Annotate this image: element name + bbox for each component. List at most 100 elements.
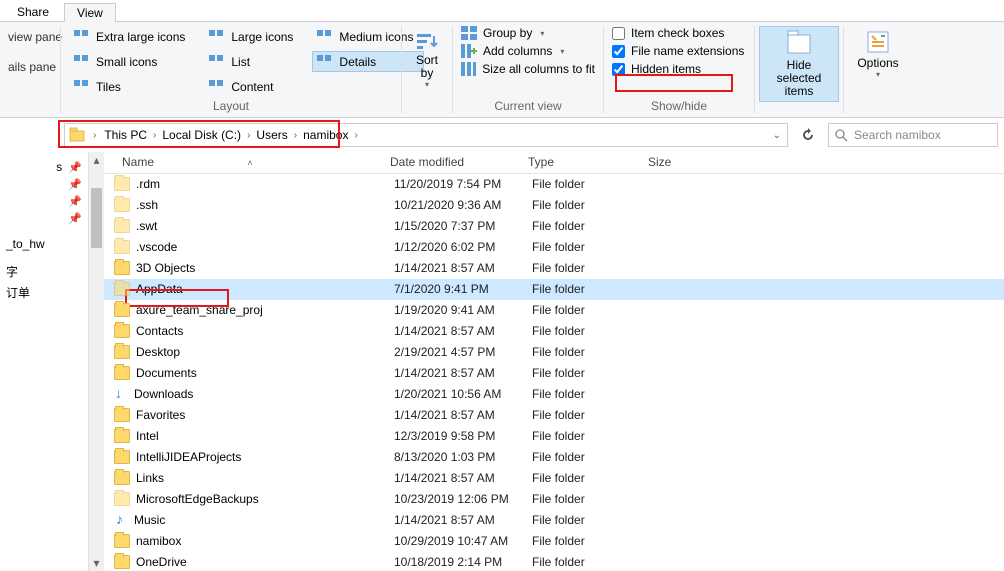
chevron-right-icon[interactable]: › [151, 130, 158, 141]
folder-icon [114, 492, 130, 506]
table-row[interactable]: .ssh10/21/2020 9:36 AMFile folder [104, 195, 1004, 216]
layout-tiles[interactable]: Tiles [69, 76, 196, 97]
music-icon [114, 513, 128, 527]
column-name[interactable]: Name ˄ [114, 155, 382, 169]
options-button[interactable]: Options ▾ [848, 26, 908, 81]
folder-icon [114, 261, 130, 275]
file-name: Links [136, 471, 164, 485]
hide-selected-icon [784, 29, 814, 57]
table-row[interactable]: namibox10/29/2019 10:47 AMFile folder [104, 531, 1004, 552]
layout-label: Layout [69, 97, 393, 115]
layout-icon [209, 55, 225, 69]
layout-large-icons[interactable]: Large icons [204, 26, 304, 47]
table-row[interactable]: AppData7/1/2020 9:41 PMFile folder [104, 279, 1004, 300]
table-row[interactable]: Intel12/3/2019 9:58 PMFile folder [104, 426, 1004, 447]
layout-extra-large-icons[interactable]: Extra large icons [69, 26, 196, 47]
file-name-extensions-checkbox[interactable]: File name extensions [612, 44, 746, 58]
quick-access-item[interactable]: 字 [2, 261, 86, 282]
table-row[interactable]: Music1/14/2021 8:57 AMFile folder [104, 510, 1004, 531]
address-row: › This PC › Local Disk (C:) › Users › namibox ›… [0, 118, 1004, 152]
table-row[interactable]: Documents1/14/2021 8:57 AMFile folder [104, 363, 1004, 384]
table-row[interactable]: Contacts1/14/2021 8:57 AMFile folder [104, 321, 1004, 342]
quick-access-item[interactable]: 📌 [2, 176, 86, 193]
file-type: File folder [532, 345, 652, 359]
chevron-right-icon[interactable]: › [245, 130, 252, 141]
options-icon [863, 28, 893, 56]
table-row[interactable]: Links1/14/2021 8:57 AMFile folder [104, 468, 1004, 489]
column-size[interactable]: Size [640, 155, 720, 169]
details-pane-button[interactable]: ails pane [8, 60, 52, 74]
chevron-right-icon[interactable]: › [352, 130, 359, 141]
file-type: File folder [532, 429, 652, 443]
scroll-up-icon[interactable]: ▴ [89, 152, 104, 168]
layout-group: Extra large iconsLarge iconsMedium icons… [61, 22, 401, 117]
breadcrumb-item[interactable]: Local Disk (C:) [162, 128, 241, 142]
address-bar[interactable]: › This PC › Local Disk (C:) › Users › namibox ›… [64, 123, 788, 147]
hide-selected-button[interactable]: Hide selecteditems [759, 26, 839, 102]
file-date: 10/23/2019 12:06 PM [394, 492, 532, 506]
folder-icon [114, 534, 130, 548]
layout-content[interactable]: Content [204, 76, 304, 97]
file-type: File folder [532, 387, 652, 401]
quick-access-item[interactable]: 订单 [2, 282, 86, 303]
sort-by-button[interactable]: Sort by ▾ [415, 26, 439, 89]
quick-access-item[interactable]: 📌 [2, 210, 86, 227]
file-name: Favorites [136, 408, 185, 422]
table-row[interactable]: axure_team_share_proj1/19/2020 9:41 AMFi… [104, 300, 1004, 321]
table-row[interactable]: .vscode1/12/2020 6:02 PMFile folder [104, 237, 1004, 258]
layout-list[interactable]: List [204, 51, 304, 72]
preview-pane-button[interactable]: view pane [8, 30, 52, 44]
breadcrumb: This PC › Local Disk (C:) › Users › namibox › [104, 128, 359, 142]
chevron-right-icon[interactable]: › [292, 130, 299, 141]
item-check-boxes-checkbox[interactable]: Item check boxes [612, 26, 746, 40]
file-name: Documents [136, 366, 197, 380]
layout-small-icons[interactable]: Small icons [69, 51, 196, 72]
scroll-down-icon[interactable]: ▾ [89, 555, 104, 571]
layout-icon [74, 80, 90, 94]
nav-scrollbar[interactable]: ▴ ▾ [88, 152, 104, 571]
add-columns-button[interactable]: Add columns▾ [461, 44, 595, 58]
table-row[interactable]: MicrosoftEdgeBackups10/23/2019 12:06 PMF… [104, 489, 1004, 510]
table-row[interactable]: .rdm11/20/2019 7:54 PMFile folder [104, 174, 1004, 195]
table-row[interactable]: OneDrive10/18/2019 2:14 PMFile folder [104, 552, 1004, 571]
pin-icon: 📌 [68, 161, 82, 174]
column-date[interactable]: Date modified [382, 155, 520, 169]
file-name: axure_team_share_proj [136, 303, 263, 317]
quick-access-item[interactable]: _to_hw [2, 235, 86, 253]
file-date: 1/14/2021 8:57 AM [394, 324, 532, 338]
folder-icon [114, 240, 130, 254]
options-group: Options ▾ [844, 22, 912, 117]
folder-icon [114, 345, 130, 359]
refresh-button[interactable] [796, 123, 820, 147]
table-row[interactable]: Favorites1/14/2021 8:57 AMFile folder [104, 405, 1004, 426]
quick-access-item[interactable]: 📌 [2, 193, 86, 210]
sort-icon [415, 32, 439, 52]
table-row[interactable]: 3D Objects1/14/2021 8:57 AMFile folder [104, 258, 1004, 279]
group-by-button[interactable]: Group by▾ [461, 26, 595, 40]
file-name: .vscode [136, 240, 177, 254]
chevron-right-icon[interactable]: › [91, 130, 98, 141]
hidden-items-checkbox[interactable]: Hidden items [612, 62, 746, 76]
file-name: .ssh [136, 198, 158, 212]
file-date: 1/19/2020 9:41 AM [394, 303, 532, 317]
breadcrumb-item[interactable]: namibox [303, 128, 348, 142]
chevron-down-icon[interactable]: ⌄ [771, 130, 783, 141]
scrollbar-thumb[interactable] [91, 188, 102, 248]
tab-share[interactable]: Share [4, 2, 62, 21]
table-row[interactable]: Downloads1/20/2021 10:56 AMFile folder [104, 384, 1004, 405]
file-name: .rdm [136, 177, 160, 191]
folder-icon [114, 303, 130, 317]
table-row[interactable]: IntelliJIDEAProjects8/13/2020 1:03 PMFil… [104, 447, 1004, 468]
tab-view[interactable]: View [64, 3, 116, 22]
table-row[interactable]: .swt1/15/2020 7:37 PMFile folder [104, 216, 1004, 237]
search-input[interactable]: Search namibox [828, 123, 998, 147]
breadcrumb-item[interactable]: Users [256, 128, 287, 142]
breadcrumb-item[interactable]: This PC [104, 128, 147, 142]
table-row[interactable]: Desktop2/19/2021 4:57 PMFile folder [104, 342, 1004, 363]
group-by-icon [461, 26, 477, 40]
size-columns-button[interactable]: Size all columns to fit [461, 62, 595, 76]
quick-access-item[interactable]: s📌 [2, 158, 86, 176]
search-icon [835, 129, 848, 142]
layout-icon [209, 80, 225, 94]
column-type[interactable]: Type [520, 155, 640, 169]
